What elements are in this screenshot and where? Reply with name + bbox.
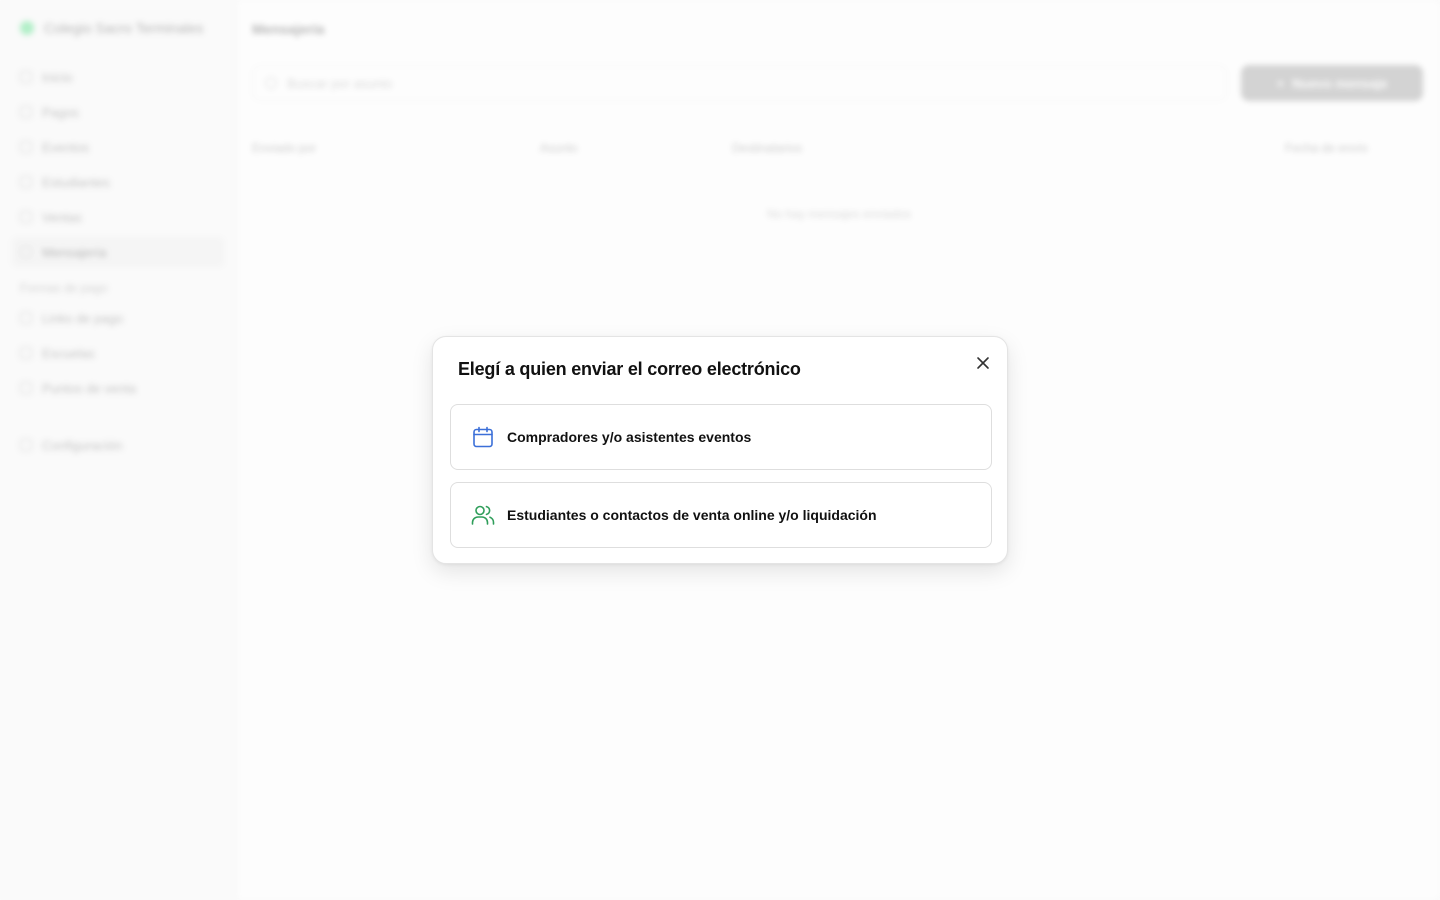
close-icon: [977, 357, 989, 369]
option-label: Estudiantes o contactos de venta online …: [507, 507, 877, 523]
dialog-title: Elegí a quien enviar el correo electróni…: [458, 359, 801, 379]
users-icon: [471, 503, 495, 527]
calendar-icon: [471, 425, 495, 449]
close-button[interactable]: [971, 351, 995, 375]
option-event-buyers[interactable]: Compradores y/o asistentes eventos: [450, 404, 992, 470]
app-root: Colegio Sacro Terminales Inicio Pagos Ev…: [0, 0, 1440, 900]
recipient-type-dialog: Elegí a quien enviar el correo electróni…: [432, 336, 1008, 564]
option-label: Compradores y/o asistentes eventos: [507, 429, 752, 445]
option-students-contacts[interactable]: Estudiantes o contactos de venta online …: [450, 482, 992, 548]
